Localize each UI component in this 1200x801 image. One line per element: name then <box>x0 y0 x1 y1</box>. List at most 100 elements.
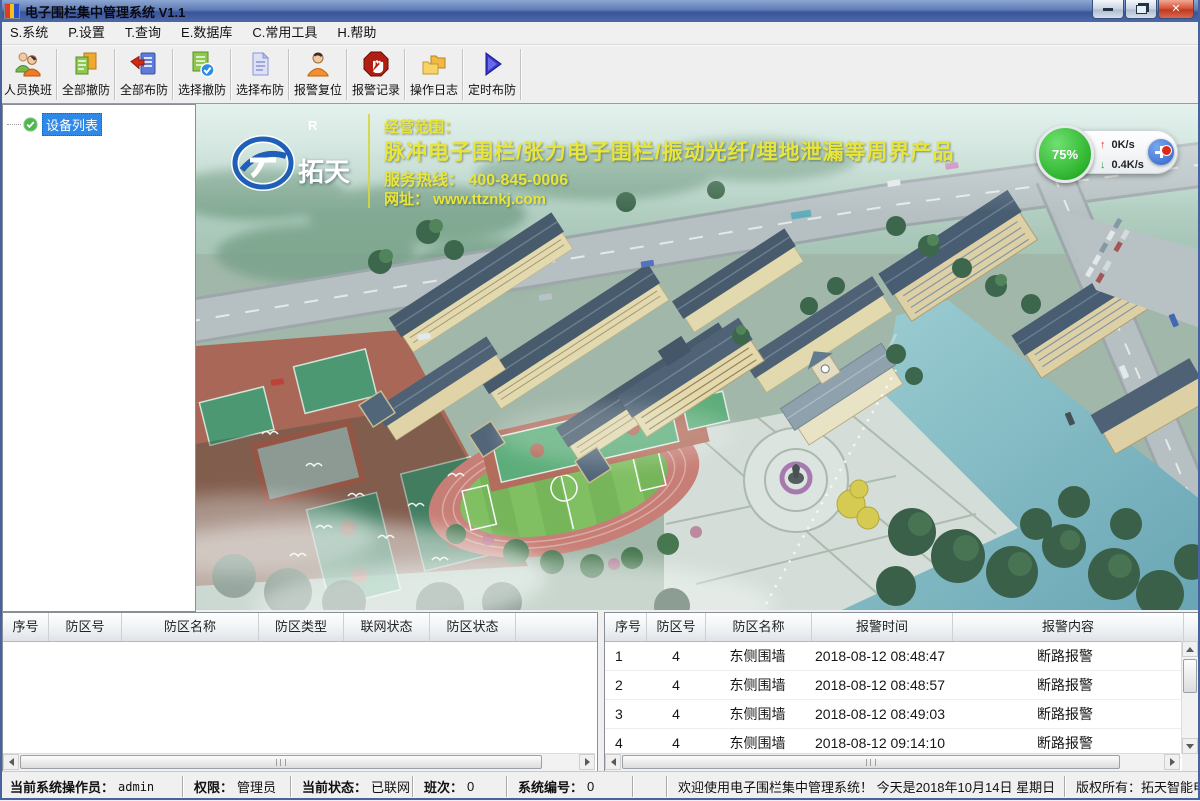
maximize-button[interactable] <box>1125 0 1157 19</box>
widget-add-button[interactable] <box>1148 139 1174 165</box>
alarm-vscroll-thumb[interactable] <box>1183 659 1197 693</box>
download-arrow-icon: ↓ <box>1098 156 1108 174</box>
alarm-cell: 断路报警 <box>950 700 1180 728</box>
column-header[interactable]: 报警时间 <box>812 613 953 641</box>
zone-table: 序号 防区号 防区名称 防区类型 联网状态 防区状态 <box>2 612 598 772</box>
menu-query[interactable]: T.查询 <box>115 22 171 44</box>
column-header[interactable]: 序号 <box>605 613 647 641</box>
zone-hscrollbar[interactable] <box>3 753 595 771</box>
column-header[interactable]: 防区号 <box>49 613 122 641</box>
status-operator: 当前系统操作员： admin <box>0 772 182 801</box>
tool-label: 操作日志 <box>410 81 458 98</box>
minimize-button[interactable] <box>1092 0 1124 19</box>
column-header-filler <box>516 613 597 641</box>
alarm-table-header: 序号 防区号 防区名称 报警时间 报警内容 <box>605 613 1199 642</box>
menu-system[interactable]: S.系统 <box>0 22 58 44</box>
status-permission: 权限： 管理员 <box>184 772 290 801</box>
staff-shift-icon <box>13 49 43 79</box>
alarm-table-body: 14东侧围墙2018-08-12 08:48:47断路报警24东侧围墙2018-… <box>605 642 1199 758</box>
alarm-table-row[interactable]: 34东侧围墙2018-08-12 08:49:03断路报警 <box>605 700 1199 729</box>
campus-aerial-view: R 拓天 经营范围： 脉冲电子围栏/张力电子围栏/振动光纤/埋地泄漏等周界产品 … <box>196 104 1200 610</box>
scroll-left-icon <box>611 758 616 766</box>
operation-log-icon <box>419 49 449 79</box>
status-connection: 当前状态： 已联网 <box>292 772 412 801</box>
arm-select-icon <box>245 49 275 79</box>
column-header[interactable]: 防区名称 <box>706 613 812 641</box>
menu-database[interactable]: E.数据库 <box>171 22 242 44</box>
column-header[interactable]: 联网状态 <box>344 613 430 641</box>
close-button[interactable]: ✕ <box>1158 0 1194 19</box>
system-no-value: 0 <box>587 779 594 794</box>
scroll-up-icon <box>1186 647 1194 652</box>
zone-table-header: 序号 防区号 防区名称 防区类型 联网状态 防区状态 <box>3 613 597 642</box>
statusbar: 当前系统操作员： admin 权限： 管理员 当前状态： 已联网 班次： 0 系… <box>0 771 1200 801</box>
alarm-table: 序号 防区号 防区名称 报警时间 报警内容 14东侧围墙2018-08-12 0… <box>604 612 1200 772</box>
menu-settings[interactable]: P.设置 <box>58 22 115 44</box>
column-header[interactable]: 防区名称 <box>122 613 259 641</box>
tree-connector <box>7 124 21 125</box>
scroll-down-icon <box>1186 744 1194 749</box>
status-system-no: 系统编号： 0 <box>508 772 632 801</box>
tool-label: 选择布防 <box>236 81 284 98</box>
net-speed-rows: ↑ 0K/s ↓ 0.4K/s <box>1096 134 1148 176</box>
tool-label: 全部布防 <box>120 81 168 98</box>
toolbar-separator <box>520 49 522 100</box>
disarm-select-button[interactable]: 选择撤防 <box>174 46 230 103</box>
arm-select-button[interactable]: 选择布防 <box>232 46 288 103</box>
menu-help[interactable]: H.帮助 <box>327 22 386 44</box>
scroll-up-button[interactable] <box>1182 641 1198 657</box>
scroll-right-icon <box>1170 758 1175 766</box>
timed-arm-icon <box>477 49 507 79</box>
alarm-cell: 东侧围墙 <box>705 700 810 728</box>
disarm-all-button[interactable]: 全部撤防 <box>58 46 114 103</box>
alarm-hscroll-thumb[interactable] <box>622 755 1120 769</box>
scroll-left-icon <box>9 758 14 766</box>
zone-hscroll-thumb[interactable] <box>20 755 542 769</box>
column-header-filler <box>1184 613 1199 641</box>
column-header[interactable]: 报警内容 <box>953 613 1184 641</box>
alarm-reset-button[interactable]: 报警复位 <box>290 46 346 103</box>
scroll-left-button[interactable] <box>605 754 621 770</box>
scroll-down-button[interactable] <box>1182 738 1198 754</box>
connection-value: 已联网 <box>371 777 410 796</box>
column-header[interactable]: 防区类型 <box>259 613 344 641</box>
alarm-record-button[interactable]: 报警记录 <box>348 46 404 103</box>
alarm-cell: 2018-08-12 08:48:47 <box>810 642 950 670</box>
alarm-cell: 4 <box>647 642 705 670</box>
operation-log-button[interactable]: 操作日志 <box>406 46 462 103</box>
operator-value: admin <box>118 780 154 794</box>
arm-all-button[interactable]: 全部布防 <box>116 46 172 103</box>
alarm-vscrollbar[interactable] <box>1181 641 1199 754</box>
tree-status-icon <box>23 117 38 132</box>
memory-gauge-button[interactable]: 75% <box>1036 125 1094 183</box>
tree-node-device-list[interactable]: 设备列表 <box>7 113 195 136</box>
alarm-table-row[interactable]: 24东侧围墙2018-08-12 08:48:57断路报警 <box>605 671 1199 700</box>
alarm-hscrollbar[interactable] <box>605 753 1180 771</box>
scroll-right-button[interactable] <box>1164 754 1180 770</box>
window-title: 电子围栏集中管理系统 V1.1 <box>25 2 185 21</box>
scroll-left-button[interactable] <box>3 754 19 770</box>
alarm-cell: 4 <box>647 700 705 728</box>
alarm-cell: 3 <box>605 700 647 728</box>
alarm-table-row[interactable]: 14东侧围墙2018-08-12 08:48:47断路报警 <box>605 642 1199 671</box>
notification-dot <box>1161 145 1172 156</box>
alarm-cell: 2018-08-12 08:48:57 <box>810 671 950 699</box>
device-tree-panel: 设备列表 <box>2 104 196 612</box>
alarm-cell: 东侧围墙 <box>705 671 810 699</box>
column-header[interactable]: 防区号 <box>647 613 706 641</box>
column-header[interactable]: 序号 <box>3 613 49 641</box>
timed-arm-button[interactable]: 定时布防 <box>464 46 520 103</box>
scroll-right-button[interactable] <box>579 754 595 770</box>
alarm-cell: 东侧围墙 <box>705 642 810 670</box>
toolbar: 人员换班 全部撤防 全部布防 选择撤防 <box>0 45 1200 104</box>
permission-value: 管理员 <box>237 777 276 796</box>
arm-all-icon <box>129 49 159 79</box>
disarm-all-icon <box>71 49 101 79</box>
column-header[interactable]: 防区状态 <box>430 613 516 641</box>
staff-shift-button[interactable]: 人员换班 <box>0 46 56 103</box>
window-controls: ✕ <box>1091 0 1194 19</box>
menu-tools[interactable]: C.常用工具 <box>242 22 327 44</box>
gauge-percent: 75% <box>1052 147 1078 162</box>
upload-speed: 0K/s <box>1110 136 1146 154</box>
shift-value: 0 <box>467 779 474 794</box>
